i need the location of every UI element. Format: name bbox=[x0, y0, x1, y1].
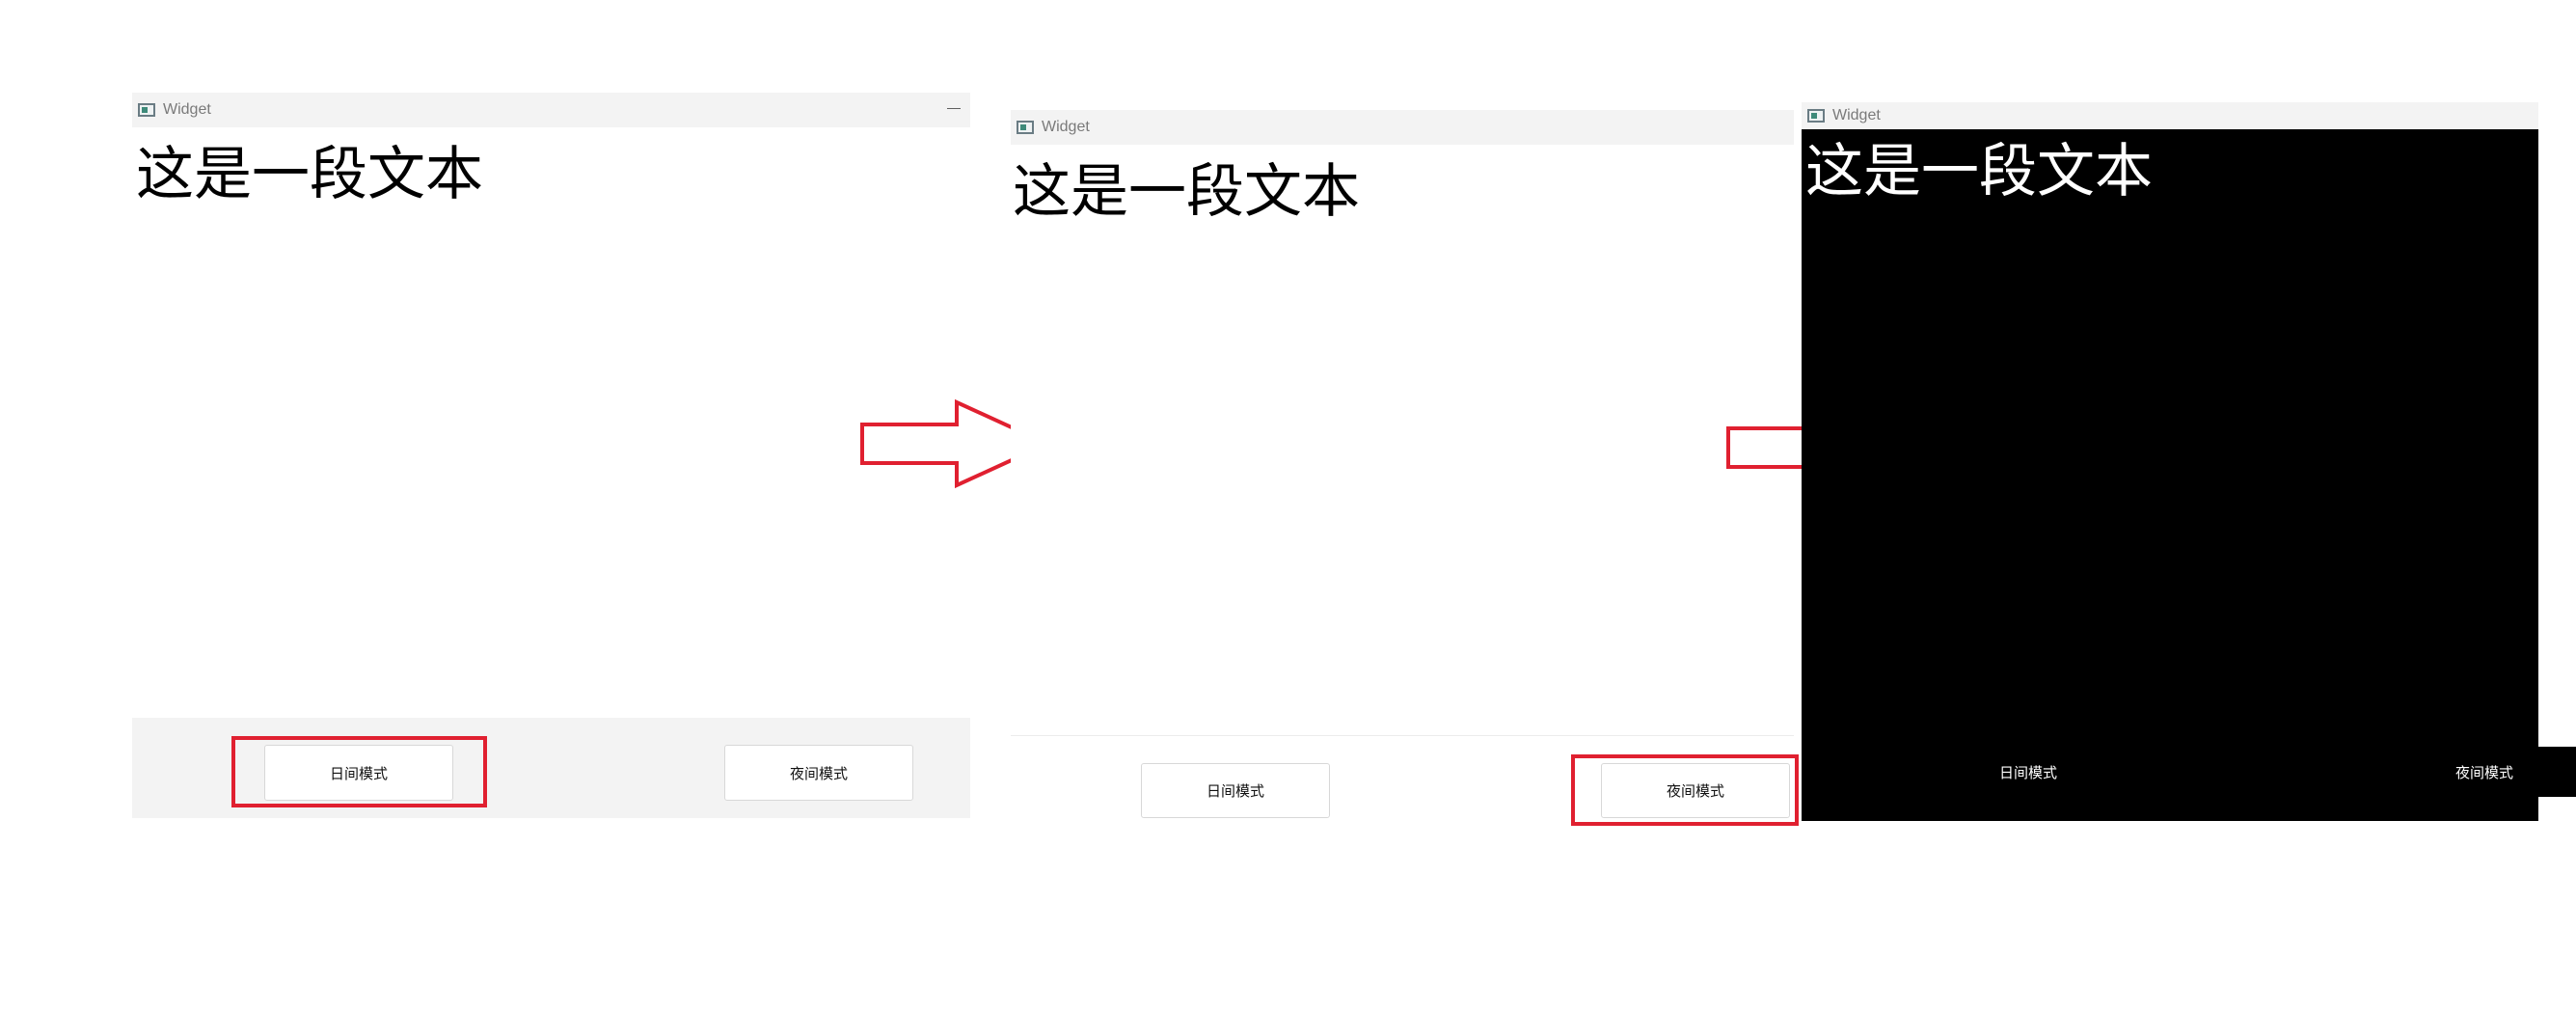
display-text: 这是一段文本 bbox=[1013, 158, 1360, 226]
day-mode-button[interactable]: 日间模式 bbox=[1141, 763, 1330, 818]
window-panel-1: Widget — 这是一段文本 日间模式 夜间模式 bbox=[132, 93, 970, 818]
highlight-box-night-button bbox=[1571, 754, 1799, 826]
night-mode-button[interactable]: 夜间模式 bbox=[724, 745, 913, 801]
window-title: Widget bbox=[163, 101, 211, 118]
window-title: Widget bbox=[1832, 107, 1881, 123]
button-bar: 日间模式 夜间模式 bbox=[1802, 747, 2576, 814]
titlebar[interactable]: Widget — bbox=[132, 93, 970, 127]
window-app-icon bbox=[1017, 121, 1034, 134]
display-text: 这是一段文本 bbox=[136, 141, 483, 208]
day-mode-button[interactable]: 日间模式 bbox=[1934, 747, 2123, 797]
highlight-box-day-button bbox=[231, 736, 487, 807]
window-panel-2: Widget 这是一段文本 日间模式 夜间模式 bbox=[1011, 110, 1794, 827]
display-text: 这是一段文本 bbox=[1805, 138, 2153, 205]
titlebar[interactable]: Widget bbox=[1011, 110, 1794, 145]
minimize-button[interactable]: — bbox=[947, 99, 961, 115]
window-title: Widget bbox=[1042, 119, 1090, 135]
titlebar[interactable]: Widget bbox=[1802, 102, 2538, 129]
window-app-icon bbox=[138, 103, 155, 117]
window-app-icon bbox=[1807, 109, 1825, 123]
night-mode-button[interactable]: 夜间模式 bbox=[2390, 747, 2576, 797]
window-panel-3: Widget 这是一段文本 日间模式 夜间模式 bbox=[1802, 102, 2576, 821]
